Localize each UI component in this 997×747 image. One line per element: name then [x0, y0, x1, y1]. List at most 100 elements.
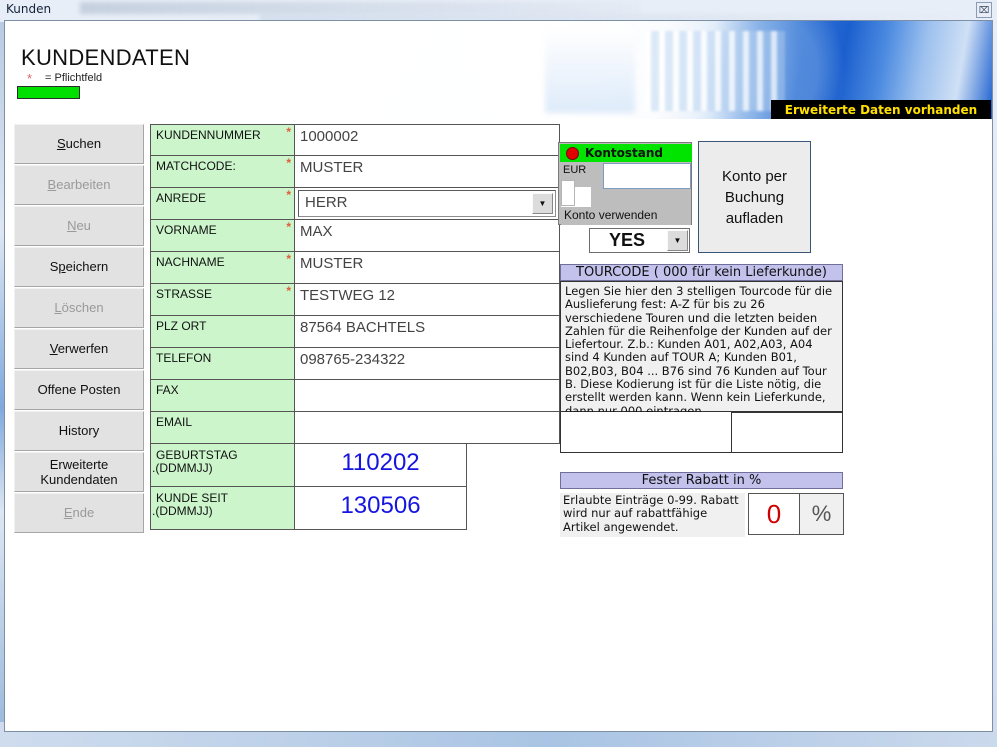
required-star-icon: * [286, 188, 291, 202]
form-row: ANREDE * HERR ▼ [150, 188, 560, 220]
account-balance-title: Kontostand [585, 146, 663, 160]
use-account-value: YES [608, 230, 646, 250]
field-label-anrede: ANREDE * [150, 188, 295, 220]
required-star-icon: * [286, 252, 291, 266]
field-label-geburtstag: GEBURTSTAG .(DDMMJJ) [150, 444, 295, 487]
tourcode-section-header: TOURCODE ( 000 für kein Lieferkunde) [560, 264, 843, 281]
field-label-format: .(DDMMJJ) [152, 461, 213, 475]
button-label: Neu [67, 218, 91, 233]
currency-label: EUR [561, 164, 601, 180]
chevron-down-icon[interactable]: ▼ [667, 230, 688, 251]
field-input-telefon[interactable]: 098765-234322 [295, 348, 560, 380]
field-label-telefon: TELEFON [150, 348, 295, 380]
use-account-select[interactable]: YES ▼ [589, 228, 690, 253]
button-verwerfen[interactable]: Verwerfen [14, 329, 144, 369]
account-sign-box[interactable] [561, 180, 575, 206]
discount-section-header: Fester Rabatt in % [560, 472, 843, 489]
page-title: KUNDENDATEN [21, 45, 191, 70]
button-speichern[interactable]: Speichern [14, 247, 144, 287]
form-row: FAX [150, 380, 560, 412]
button-history[interactable]: History [14, 411, 144, 451]
field-label-email: EMAIL [150, 412, 295, 444]
field-input-kundennummer[interactable]: 1000002 [295, 124, 560, 156]
button-label: Suchen [56, 136, 102, 151]
field-label-text: PLZ ORT [156, 319, 207, 333]
window-client-area: Erweiterte Daten vorhanden KUNDENDATEN *… [4, 20, 993, 732]
button-l-schen: Löschen [14, 288, 144, 328]
field-label-text: ANREDE [156, 191, 207, 205]
status-badge: Erweiterte Daten vorhanden [771, 100, 991, 119]
field-label-fax: FAX [150, 380, 295, 412]
customer-form: KUNDENNUMMER * 1000002 MATCHCODE: * MUSTER ANR… [150, 124, 560, 530]
field-label-text: VORNAME [156, 223, 217, 237]
field-label-kundennummer: KUNDENNUMMER * [150, 124, 295, 156]
field-label-text: TELEFON [156, 351, 212, 365]
button-suchen[interactable]: Suchen [14, 124, 144, 164]
form-row: PLZ ORT 87564 BACHTELS [150, 316, 560, 348]
tourcode-description: Legen Sie hier den 3 stelligen Tourcode … [560, 281, 843, 417]
button-bearbeiten: Bearbeiten [14, 165, 144, 205]
topup-account-button[interactable]: Konto per Buchung aufladen [698, 141, 811, 253]
form-row: EMAIL [150, 412, 560, 444]
close-icon[interactable]: ⌧ [976, 2, 992, 18]
button-erweiterte-kundendaten[interactable]: Erweiterte Kundendaten [14, 452, 144, 492]
account-balance-input[interactable] [603, 163, 691, 189]
window-title: Kunden [6, 2, 52, 16]
discount-note: Erlaubte Einträge 0-99. Rabatt wird nur … [560, 493, 745, 537]
button-offene-posten[interactable]: Offene Posten [14, 370, 144, 410]
field-input-fax[interactable] [295, 380, 560, 412]
field-select-cell: HERR ▼ [295, 188, 560, 220]
field-input-kundeseit[interactable]: 130506 [295, 487, 467, 530]
customer-window: Kunden ⌧ Erweiterte Daten vorhanden KUND… [0, 0, 997, 736]
form-row: STRASSE * TESTWEG 12 [150, 284, 560, 316]
field-input-email[interactable] [295, 412, 560, 444]
field-label-text: KUNDENNUMMER [156, 128, 261, 142]
field-label-vorname: VORNAME * [150, 220, 295, 252]
button-label: Speichern [49, 259, 109, 274]
button-label: Erweiterte Kundendaten [40, 457, 118, 487]
discount-input[interactable]: 0 [748, 493, 800, 535]
field-label-plzort: PLZ ORT [150, 316, 295, 348]
discount-unit: % [800, 493, 844, 535]
button-label: History [58, 423, 100, 438]
tourcode-input[interactable] [731, 412, 843, 453]
field-input-plzort[interactable]: 87564 BACHTELS [295, 316, 560, 348]
field-label-nachname: NACHNAME * [150, 252, 295, 284]
salutation-select[interactable]: HERR ▼ [298, 190, 556, 217]
field-input-geburtstag[interactable]: 110202 [295, 444, 467, 487]
required-legend-star: * [27, 71, 33, 86]
form-row: MATCHCODE: * MUSTER [150, 156, 560, 188]
window-titlebar: Kunden ⌧ [0, 0, 997, 20]
form-row: KUNDE SEIT .(DDMMJJ) 130506 [150, 487, 560, 530]
form-row: TELEFON 098765-234322 [150, 348, 560, 380]
form-row: VORNAME * MAX [150, 220, 560, 252]
button-label: Bearbeiten [47, 177, 111, 192]
field-label-text: NACHNAME [156, 255, 225, 269]
field-label-format: .(DDMMJJ) [152, 504, 213, 518]
field-label-kundeseit: KUNDE SEIT .(DDMMJJ) [150, 487, 295, 530]
status-dot-icon [566, 146, 579, 160]
button-ende: Ende [14, 493, 144, 533]
field-input-matchcode[interactable]: MUSTER [295, 156, 560, 188]
field-label-matchcode: MATCHCODE: * [150, 156, 295, 188]
chevron-down-icon[interactable]: ▼ [532, 193, 553, 214]
field-input-strasse[interactable]: TESTWEG 12 [295, 284, 560, 316]
form-row: GEBURTSTAG .(DDMMJJ) 110202 [150, 444, 560, 487]
button-label: Löschen [54, 300, 104, 315]
required-star-icon: * [286, 284, 291, 298]
account-balance-box: Kontostand EUR Konto verwenden [558, 142, 692, 225]
field-label-text: EMAIL [156, 415, 193, 429]
field-label-strasse: STRASSE * [150, 284, 295, 316]
field-input-nachname[interactable]: MUSTER [295, 252, 560, 284]
required-legend-label: = Pflichtfeld [45, 72, 103, 84]
required-star-icon: * [286, 220, 291, 234]
field-input-vorname[interactable]: MAX [295, 220, 560, 252]
field-label-text: STRASSE [156, 287, 213, 301]
button-label: Offene Posten [37, 382, 121, 397]
use-account-label: Konto verwenden [561, 207, 691, 225]
button-label: Ende [63, 505, 95, 520]
salutation-value: HERR [305, 194, 348, 211]
form-row: NACHNAME * MUSTER [150, 252, 560, 284]
required-star-icon: * [286, 125, 291, 139]
field-label-text: MATCHCODE: [156, 159, 236, 173]
